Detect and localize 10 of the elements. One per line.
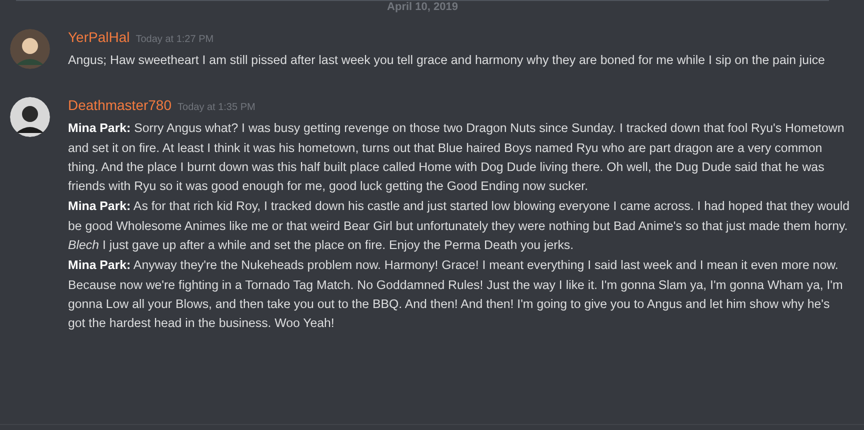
message-text: Mina Park: As for that rich kid Roy, I tracked down his castle and just started low blowing everyone I came across. I had hoped that they would be good Wholesome Animes like me or that weird Bear Girl but unfortunately they were nothing but Bad Anime's so that just made them horny. Blech I just gave up after a while and set the place on fire. Enjoy the Perma Death you jerks. — [68, 198, 850, 254]
username[interactable]: Deathmaster780 — [68, 97, 172, 114]
timestamp: Today at 1:35 PM — [178, 102, 256, 114]
message-text: Mina Park: Sorry Angus what? I was busy getting revenge on those two Dragon Nuts since Sunday. I tracked down that fool Ryu's Hometown and set it on fire. At least I think it was his hometown, turns out that Blue haired Boys named Ryu who are part dragon are a very common thing. And the place I burnt down was this half built place called Home with Dog Dude living there. Oh well, the Dug Dude said that he was friends with Ryu so it was good enough for me, good luck getting the Good Ending now sucker. — [68, 120, 846, 196]
avatar-icon[interactable] — [10, 29, 50, 69]
avatar-icon[interactable] — [10, 97, 50, 138]
message-text: Mina Park: Anyway they're the Nukeheads problem now. Harmony! Grace! I meant everything I said last week and I mean it even more now. Because now we're fighting in a Tornado Tag Match. No Goddamned Rules! Just the way I like it. I'm gonna Slam ya, I'm gonna Wham ya, I'm gonna Low all your Blows, and then take you out to the BBQ. And then! And then! I'm going to give you to Angus and let him show why he's got the hardest head in the business. Woo Yeah! — [68, 257, 844, 332]
message-text: Angus; Haw sweetheart I am still pissed after last week you tell grace and harmony why they are boned for me while I sip on the pain juice — [68, 52, 826, 69]
timestamp: Today at 1:27 PM — [136, 34, 214, 45]
username[interactable]: YerPalHal — [68, 29, 130, 45]
